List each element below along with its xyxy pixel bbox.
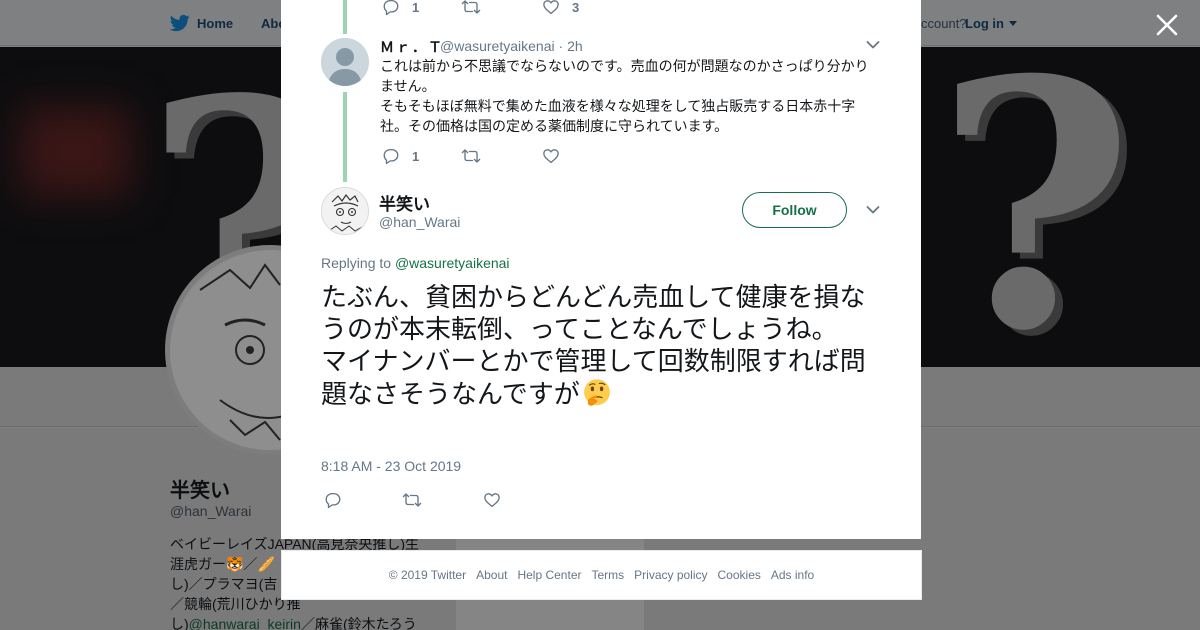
modal-footer: © 2019 Twitter About Help Center Terms P… [281, 550, 922, 600]
footer-link-terms[interactable]: Terms [591, 568, 624, 582]
reply-button[interactable]: 1 [382, 0, 419, 16]
footer-copyright: © 2019 Twitter [388, 568, 467, 582]
nav-account-prompt: ccount? [921, 16, 967, 31]
nav-login-link[interactable]: Log in [965, 16, 1004, 31]
mrt-time[interactable]: 2h [567, 38, 583, 54]
main-tweet-actions [324, 491, 624, 511]
bread-emoji: 🥖 [257, 556, 275, 572]
mrt-text-line: これは前から不思議でならないのです。売血の何が問題なのかさっぱり分かりません。 [380, 58, 869, 94]
replying-to: Replying to @wasuretyaikenai [321, 255, 510, 271]
reply-button[interactable]: 1 [382, 147, 419, 165]
default-avatar-icon [321, 38, 369, 86]
thread-connector [343, 0, 347, 34]
retweet-button[interactable] [461, 147, 481, 165]
reply-count: 1 [412, 0, 420, 15]
bio-separator: ／ [243, 556, 258, 572]
retweet-button[interactable] [461, 0, 481, 16]
cartoon-avatar-icon [322, 188, 368, 234]
reply-icon [383, 0, 399, 16]
like-button[interactable] [483, 491, 501, 509]
nav-home-link[interactable]: Home [197, 16, 233, 31]
like-icon [484, 493, 500, 508]
prev-tweet-actions: 1 3 [382, 0, 682, 20]
retweet-icon [461, 0, 481, 14]
tweet-permalink-modal: 1 3 Ｍｒ．Ｔ @wasuretyaikenai · 2h これは前から不思議… [281, 0, 921, 539]
author-handle[interactable]: @han_Warai [379, 214, 460, 230]
bio-line: 涯虎ガー [170, 556, 226, 572]
profile-handle: @han_Warai [170, 503, 252, 519]
author-display-name[interactable]: 半笑い [379, 190, 430, 215]
mrt-handle[interactable]: @wasuretyaikenai [440, 38, 555, 54]
like-count: 3 [572, 0, 580, 15]
thinking-face-emoji-icon [583, 379, 610, 406]
reply-button[interactable] [324, 491, 342, 509]
mrt-tweet-text: これは前から不思議でならないのです。売血の何が問題なのかさっぱり分かりません。 … [380, 56, 880, 136]
banner-question-mark-right: ? [935, 47, 1135, 367]
footer-link-help-center[interactable]: Help Center [517, 568, 581, 582]
follow-button[interactable]: Follow [742, 192, 847, 228]
reply-count: 1 [412, 148, 420, 164]
replying-prefix: Replying to [321, 255, 392, 271]
mrt-tweet-actions: 1 [382, 147, 682, 167]
reply-mention-link[interactable]: @wasuretyaikenai [395, 255, 510, 271]
tiger-emoji: 🐯 [226, 556, 244, 572]
bio-keirin-link[interactable]: @hanwarai_keirin [189, 616, 301, 630]
twitter-bird-icon[interactable] [170, 13, 190, 33]
mrt-meta: @wasuretyaikenai · 2h [440, 38, 583, 54]
meta-separator: · [558, 38, 564, 54]
banner-light [20, 107, 130, 197]
close-icon[interactable] [1154, 12, 1180, 38]
chevron-down-icon[interactable] [866, 40, 880, 50]
retweet-icon [461, 149, 481, 163]
main-text-line: たぶん、貧困からどんどん売血して健康を損なうのが本末転倒、ってことなんでしょうね… [321, 283, 866, 345]
footer-link-ads-info[interactable]: Ads info [771, 568, 814, 582]
like-icon [543, 0, 559, 15]
footer-link-about[interactable]: About [476, 568, 507, 582]
footer-link-cookies[interactable]: Cookies [718, 568, 761, 582]
thread-connector [343, 92, 347, 182]
like-button[interactable] [542, 147, 560, 165]
mrt-avatar[interactable] [321, 38, 369, 86]
reply-icon [383, 148, 399, 165]
bio-line: し) [170, 616, 189, 630]
retweet-button[interactable] [402, 491, 422, 509]
profile-name: 半笑い [170, 480, 230, 502]
like-icon [543, 149, 559, 164]
caret-down-icon[interactable] [1009, 21, 1017, 26]
main-tweet-text: たぶん、貧困からどんどん売血して健康を損なうのが本末転倒、ってことなんでしょうね… [321, 282, 886, 411]
tweet-timestamp[interactable]: 8:18 AM - 23 Oct 2019 [321, 458, 461, 474]
mrt-text-line: そもそもほぼ無料で集めた血液を様々な処理をして独占販売する日本赤十字社。その価格… [380, 98, 856, 134]
like-button[interactable]: 3 [542, 0, 579, 16]
reply-icon [325, 492, 341, 509]
bio-line: し)／プラマヨ(吉 [170, 576, 278, 592]
han-avatar[interactable] [321, 187, 369, 235]
bio-line: ／麻雀(鈴木たろう [300, 616, 417, 630]
footer-link-privacy[interactable]: Privacy policy [634, 568, 707, 582]
retweet-icon [402, 493, 422, 507]
mrt-display-name[interactable]: Ｍｒ．Ｔ [380, 37, 444, 57]
chevron-down-icon[interactable] [866, 205, 880, 215]
